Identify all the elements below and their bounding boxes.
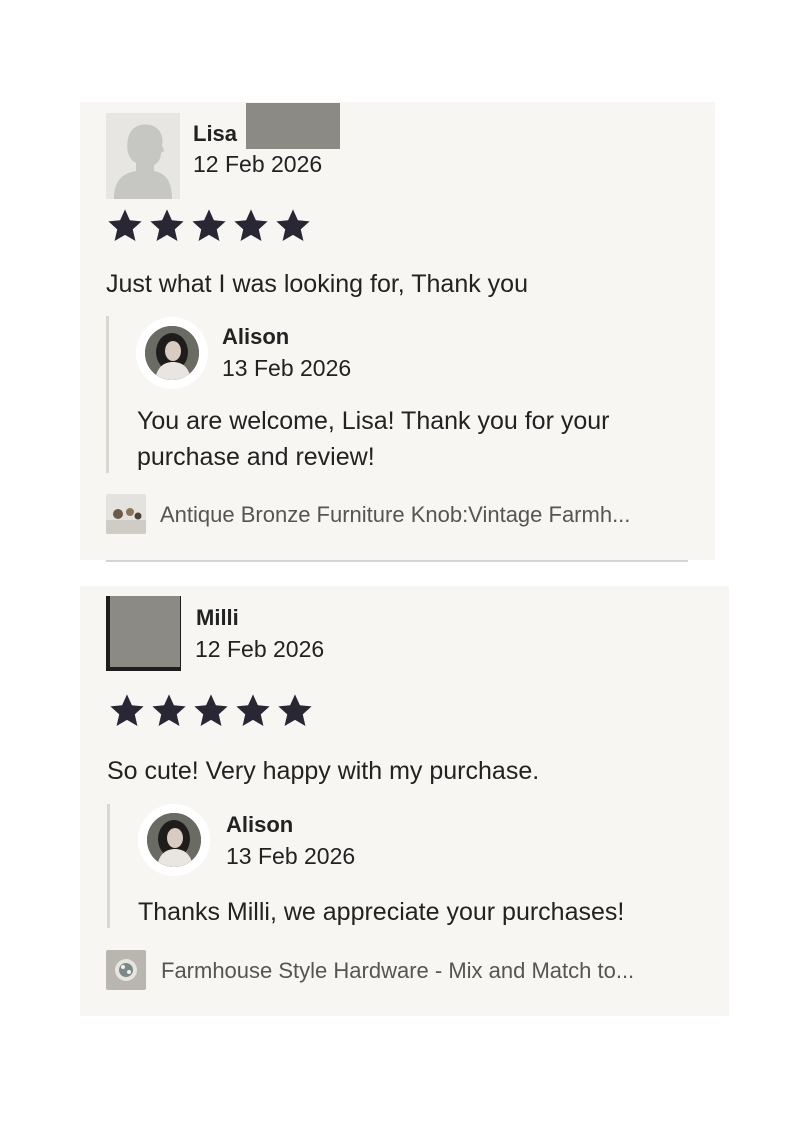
star-rating bbox=[108, 692, 314, 730]
review-date: 12 Feb 2026 bbox=[193, 151, 323, 177]
star-icon bbox=[152, 694, 186, 727]
default-avatar-icon[interactable] bbox=[106, 113, 180, 199]
redacted-surname bbox=[246, 103, 340, 149]
star-icon bbox=[236, 694, 270, 727]
redacted-avatar bbox=[110, 596, 180, 667]
review-text: So cute! Very happy with my purchase. bbox=[107, 757, 540, 785]
seller-photo-icon bbox=[147, 813, 201, 867]
review-text: Just what I was looking for, Thank you bbox=[106, 270, 528, 298]
product-thumbnail[interactable] bbox=[106, 494, 146, 534]
seller-avatar[interactable] bbox=[138, 804, 210, 876]
seller-avatar[interactable] bbox=[136, 317, 208, 389]
star-icon bbox=[194, 694, 228, 727]
reply-date: 13 Feb 2026 bbox=[226, 843, 356, 869]
reply-date: 13 Feb 2026 bbox=[222, 355, 352, 381]
reviewer-name[interactable]: Lisa bbox=[193, 121, 237, 147]
reply-text: You are welcome, Lisa! Thank you for you… bbox=[137, 407, 610, 471]
star-icon bbox=[278, 694, 312, 727]
reply-text: Thanks Milli, we appreciate your purchas… bbox=[138, 898, 625, 926]
product-link[interactable]: Antique Bronze Furniture Knob:Vintage Fa… bbox=[160, 502, 630, 528]
star-icon bbox=[110, 694, 144, 727]
reply-indicator-bar bbox=[106, 316, 109, 473]
reviewer-avatar[interactable] bbox=[106, 596, 181, 671]
star-icon bbox=[192, 209, 226, 242]
product-link[interactable]: Farmhouse Style Hardware - Mix and Match… bbox=[161, 958, 634, 984]
product-thumbnail[interactable] bbox=[106, 950, 146, 990]
star-icon bbox=[108, 209, 142, 242]
reply-author: Alison bbox=[226, 812, 294, 837]
reviewer-name[interactable]: Milli bbox=[196, 605, 239, 631]
star-icon bbox=[276, 209, 310, 242]
star-rating bbox=[106, 207, 312, 245]
star-icon bbox=[234, 209, 268, 242]
reply-indicator-bar bbox=[107, 804, 110, 928]
reply-author: Alison bbox=[222, 324, 290, 349]
star-icon bbox=[150, 209, 184, 242]
review-date: 12 Feb 2026 bbox=[195, 636, 325, 662]
seller-photo-icon bbox=[145, 326, 199, 380]
review-divider bbox=[106, 560, 688, 562]
